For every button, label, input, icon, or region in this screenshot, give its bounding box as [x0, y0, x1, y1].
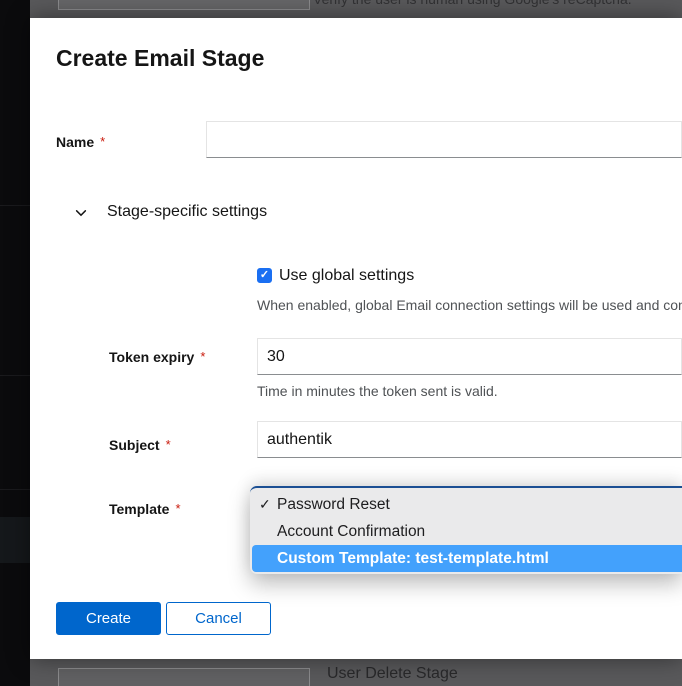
required-asterisk: * [175, 501, 180, 516]
background-table-input [58, 0, 310, 10]
background-row-description: Verify the user is human using Google's … [313, 0, 632, 9]
template-select-dropdown: ✓ Password Reset Account Confirmation Cu… [250, 486, 682, 574]
token-expiry-help: Time in minutes the token sent is valid. [257, 382, 498, 400]
dropdown-option-custom-template[interactable]: Custom Template: test-template.html [252, 545, 682, 572]
subject-input[interactable] [257, 421, 682, 458]
sidebar-divider [0, 205, 30, 206]
chevron-down-icon [74, 206, 88, 220]
background-table-input [58, 668, 310, 686]
required-asterisk: * [200, 349, 205, 364]
check-icon: ✓ [260, 269, 269, 281]
stage-settings-section-label: Stage-specific settings [107, 201, 267, 222]
name-input[interactable] [206, 121, 682, 158]
create-button[interactable]: Create [56, 602, 161, 635]
dropdown-option-account-confirmation[interactable]: Account Confirmation [250, 518, 682, 545]
use-global-settings-help: When enabled, global Email connection se… [257, 296, 682, 314]
token-expiry-label: Token expiry* [109, 349, 205, 365]
background-row-title: User Delete Stage [327, 664, 458, 684]
selected-check-icon: ✓ [259, 491, 275, 518]
dropdown-option-password-reset[interactable]: ✓ Password Reset [250, 491, 682, 518]
subject-label: Subject* [109, 437, 171, 453]
required-asterisk: * [100, 134, 105, 149]
required-asterisk: * [166, 437, 171, 452]
sidebar-divider [0, 489, 30, 490]
use-global-settings-checkbox[interactable]: ✓ [257, 268, 272, 283]
app-screen: Verify the user is human using Google's … [0, 0, 682, 686]
app-sidebar [0, 0, 30, 686]
cancel-button[interactable]: Cancel [166, 602, 271, 635]
use-global-settings-label[interactable]: Use global settings [279, 265, 414, 286]
stage-settings-section-toggle[interactable]: Stage-specific settings [30, 196, 430, 226]
token-expiry-input[interactable] [257, 338, 682, 375]
name-label: Name* [56, 134, 105, 150]
sidebar-active-item [0, 517, 30, 563]
sidebar-divider [0, 375, 30, 376]
modal-title: Create Email Stage [56, 43, 264, 73]
create-email-stage-modal: Create Email Stage Name* Stage-specific … [30, 18, 682, 659]
template-label: Template* [109, 501, 181, 517]
